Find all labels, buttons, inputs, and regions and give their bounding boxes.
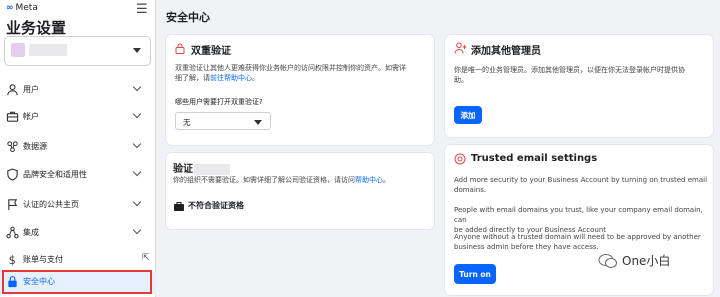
sidebar-item-billing[interactable]: $ 账单与支付 ⇱: [0, 250, 156, 272]
desc-line: Add more security to your Business Accou…: [454, 176, 708, 184]
highlight-box: [2, 270, 152, 294]
trusted-email-paragraph-3: Anyone without a trusted domain will nee…: [454, 232, 709, 252]
page-section-title: 业务设置: [6, 19, 67, 37]
verification-title: 验证: [173, 160, 230, 175]
turn-on-button[interactable]: Turn on: [454, 264, 496, 284]
desc-line: 助。: [454, 76, 468, 84]
watermark-text: One小白: [622, 254, 671, 268]
trusted-email-card: Trusted email settings Add more security…: [445, 145, 713, 295]
page-title: 安全中心: [166, 11, 210, 24]
desc-line: 细了解，请前往帮助中心。: [175, 73, 430, 83]
shield-icon: [7, 168, 18, 181]
desc-line: 双重验证让其他人更难获得你业务帐户的访问权限并控制你的资产。如需详: [175, 64, 406, 72]
add-person-icon: [454, 42, 467, 54]
sidebar-item-label: 集成: [23, 228, 39, 237]
desc-text: 。: [383, 176, 390, 184]
lock-outline-icon: [175, 43, 185, 54]
trusted-email-paragraph-2: People with email domains you trust, lik…: [454, 205, 709, 235]
desc-line: business admin before they have access.: [454, 243, 599, 251]
sidebar-item-label: 认证的公共主页: [23, 200, 79, 209]
two-factor-title: 双重验证: [191, 46, 231, 57]
data-sources-icon: [7, 141, 18, 153]
at-sign-icon: [454, 153, 466, 165]
add-admin-button[interactable]: 添加: [454, 106, 482, 124]
sidebar-item-verified-pages[interactable]: 认证的公共主页: [0, 195, 156, 217]
sidebar-item-label: 账单与支付: [23, 255, 63, 264]
chevron-down-icon: [132, 82, 142, 92]
person-icon: [7, 84, 18, 96]
sidebar-item-brand-safety[interactable]: 品牌安全和适用性: [0, 165, 156, 187]
verification-title-text: 验证: [173, 164, 193, 175]
flag-icon: [8, 199, 18, 211]
account-name-redacted: [29, 44, 67, 56]
svg-text:$: $: [9, 254, 16, 266]
sidebar: ∞ Meta ☰ 业务设置 用户 帐户 数据源 品牌安全和适用性 认证的公共主页…: [0, 0, 156, 297]
sidebar-item-users[interactable]: 用户: [0, 80, 156, 102]
help-center-link[interactable]: 帮助中心: [355, 176, 383, 184]
sidebar-item-label: 用户: [23, 85, 39, 94]
two-factor-question: 哪些用户需要打开双重验证?: [175, 98, 263, 106]
select-value: 无: [183, 118, 191, 127]
account-avatar: [11, 43, 25, 57]
add-admins-description: 你是唯一的业务管理员。添加其他管理员，以便在你无法登录帐户时提供协 助。: [454, 65, 709, 85]
sidebar-item-integrations[interactable]: 集成: [0, 223, 156, 245]
chevron-down-icon: [132, 109, 142, 119]
meta-logo-text: Meta: [15, 3, 38, 13]
desc-line: 你是唯一的业务管理员。添加其他管理员，以便在你无法登录帐户时提供协: [454, 66, 685, 74]
chevron-down-icon: [132, 197, 142, 207]
two-factor-description: 双重验证让其他人更难获得你业务帐户的访问权限并控制你的资产。如需详 细了解，请前…: [175, 63, 430, 83]
two-factor-select[interactable]: 无: [175, 112, 271, 130]
redacted-name: [194, 163, 230, 175]
sidebar-item-data-sources[interactable]: 数据源: [0, 137, 156, 159]
chevron-down-icon: [254, 120, 262, 125]
dollar-icon: $: [9, 254, 16, 266]
briefcase-icon: [6, 111, 19, 122]
add-admins-card: 添加其他管理员 你是唯一的业务管理员。添加其他管理员，以便在你无法登录帐户时提供…: [445, 35, 713, 137]
integrations-icon: [6, 226, 19, 239]
meta-infinity-icon: ∞: [6, 3, 14, 13]
sidebar-item-accounts[interactable]: 帐户: [0, 107, 156, 129]
desc-text: 你的组织不需要验证。如需详细了解公司验证资格，请访问: [173, 176, 355, 184]
chevron-down-icon: [132, 167, 142, 177]
trusted-email-paragraph-1: Add more security to your Business Accou…: [454, 175, 709, 195]
verification-card: 验证 你的组织不需要验证。如需详细了解公司验证资格，请访问帮助中心。 不符合验证…: [166, 153, 434, 229]
desc-line: People with email domains you trust, lik…: [454, 206, 703, 224]
sidebar-item-label: 帐户: [23, 112, 39, 121]
chevron-down-icon: [132, 139, 142, 149]
chevron-down-icon: [133, 48, 141, 53]
wechat-icon: [598, 253, 617, 268]
trusted-email-title: Trusted email settings: [471, 153, 598, 164]
desc-line: domains.: [454, 186, 487, 194]
verification-status: 不符合验证资格: [188, 201, 244, 210]
add-admins-title: 添加其他管理员: [471, 46, 541, 57]
external-link-icon: ⇱: [142, 253, 150, 263]
desc-line: Anyone without a trusted domain will nee…: [454, 233, 701, 241]
two-factor-card: 双重验证 双重验证让其他人更难获得你业务帐户的访问权限并控制你的资产。如需详 细…: [166, 35, 434, 145]
help-center-link[interactable]: 前往帮助中心: [210, 74, 252, 82]
verification-description: 你的组织不需要验证。如需详细了解公司验证资格，请访问帮助中心。: [173, 175, 390, 185]
sidebar-item-label: 数据源: [23, 142, 47, 151]
desc-text: 细了解，请: [175, 74, 210, 82]
watermark: One小白: [598, 252, 670, 269]
desc-text: 。: [252, 74, 259, 82]
business-account-selector[interactable]: [4, 36, 151, 66]
meta-logo[interactable]: ∞ Meta: [6, 3, 38, 13]
chevron-down-icon: [132, 225, 142, 235]
briefcase-icon: [174, 201, 184, 211]
hamburger-icon[interactable]: ☰: [136, 2, 148, 17]
sidebar-item-label: 品牌安全和适用性: [23, 170, 87, 179]
